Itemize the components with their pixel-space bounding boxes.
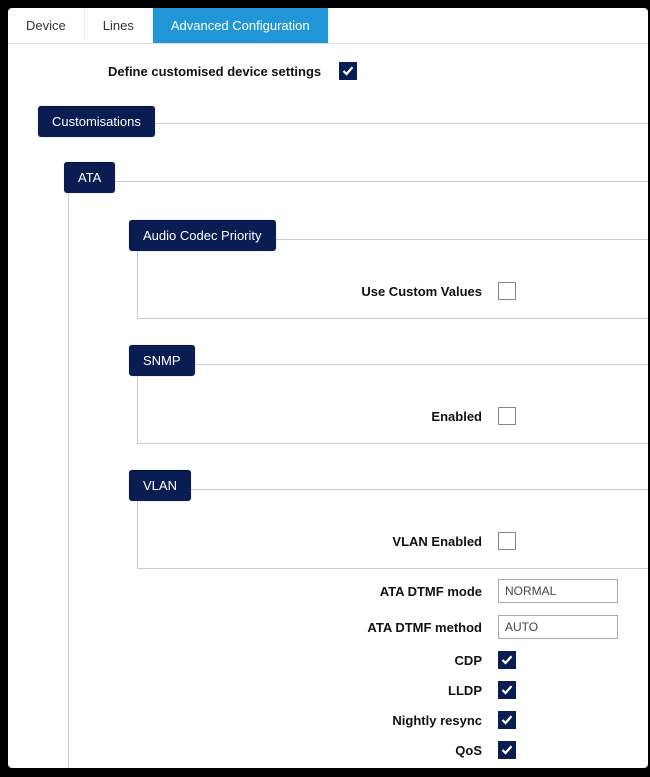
cdp-checkbox[interactable] (498, 651, 516, 669)
customisations-frame: ATA Audio Codec Priority Use Custom Valu… (48, 123, 648, 768)
dtmf-method-label: ATA DTMF method (302, 620, 482, 635)
check-icon (342, 65, 354, 77)
dtmf-method-row: ATA DTMF method (69, 609, 648, 645)
check-icon (501, 714, 513, 726)
dtmf-method-select[interactable] (498, 615, 618, 639)
qos-checkbox[interactable] (498, 741, 516, 759)
use-custom-values-label: Use Custom Values (302, 284, 482, 299)
snmp-enabled-checkbox[interactable] (498, 407, 516, 425)
snmp-enabled-label: Enabled (302, 409, 482, 424)
snmp-pill[interactable]: SNMP (129, 345, 195, 376)
cdp-row: CDP (69, 645, 648, 675)
check-icon (501, 654, 513, 666)
check-icon (501, 684, 513, 696)
tab-device[interactable]: Device (8, 8, 85, 43)
snmp-enabled-row: Enabled (138, 401, 648, 431)
audio-codec-pill[interactable]: Audio Codec Priority (129, 220, 276, 251)
ata-frame: Audio Codec Priority Use Custom Values S… (68, 181, 648, 768)
vlan-pill[interactable]: VLAN (129, 470, 191, 501)
vlan-enabled-checkbox[interactable] (498, 532, 516, 550)
lldp-checkbox[interactable] (498, 681, 516, 699)
tab-lines[interactable]: Lines (85, 8, 153, 43)
audio-codec-frame: Use Custom Values (137, 239, 648, 319)
vlan-frame: VLAN Enabled (137, 489, 648, 569)
customisations-pill[interactable]: Customisations (38, 106, 155, 137)
define-row: Define customised device settings (108, 54, 648, 88)
audio-codec-group: Audio Codec Priority Use Custom Values (129, 208, 648, 319)
ata-pill[interactable]: ATA (64, 162, 115, 193)
lldp-label: LLDP (302, 683, 482, 698)
web-access-row: Web access (69, 765, 648, 768)
panel-body: Define customised device settings Custom… (8, 44, 648, 768)
check-icon (501, 744, 513, 756)
ata-settings-rows: ATA DTMF mode ATA DTMF method (69, 573, 648, 768)
dtmf-mode-label: ATA DTMF mode (302, 584, 482, 599)
nightly-resync-label: Nightly resync (302, 713, 482, 728)
tab-advanced-configuration[interactable]: Advanced Configuration (153, 8, 329, 43)
ata-group: ATA Audio Codec Priority Use Custom Valu… (48, 150, 648, 768)
config-panel: Device Lines Advanced Configuration Defi… (8, 8, 648, 768)
snmp-group: SNMP Enabled (129, 333, 648, 444)
tab-bar: Device Lines Advanced Configuration (8, 8, 648, 44)
define-checkbox[interactable] (339, 62, 357, 80)
dtmf-mode-select[interactable] (498, 579, 618, 603)
lldp-row: LLDP (69, 675, 648, 705)
define-label: Define customised device settings (108, 64, 321, 79)
vlan-enabled-row: VLAN Enabled (138, 526, 648, 556)
vlan-enabled-label: VLAN Enabled (302, 534, 482, 549)
vlan-group: VLAN VLAN Enabled (129, 458, 648, 569)
customisations-group: Customisations ATA Audio Codec Priority (8, 92, 648, 768)
snmp-frame: Enabled (137, 364, 648, 444)
nightly-resync-checkbox[interactable] (498, 711, 516, 729)
dtmf-mode-row: ATA DTMF mode (69, 573, 648, 609)
nightly-resync-row: Nightly resync (69, 705, 648, 735)
qos-row: QoS (69, 735, 648, 765)
qos-label: QoS (302, 743, 482, 758)
cdp-label: CDP (302, 653, 482, 668)
use-custom-values-checkbox[interactable] (498, 282, 516, 300)
use-custom-values-row: Use Custom Values (138, 276, 648, 306)
